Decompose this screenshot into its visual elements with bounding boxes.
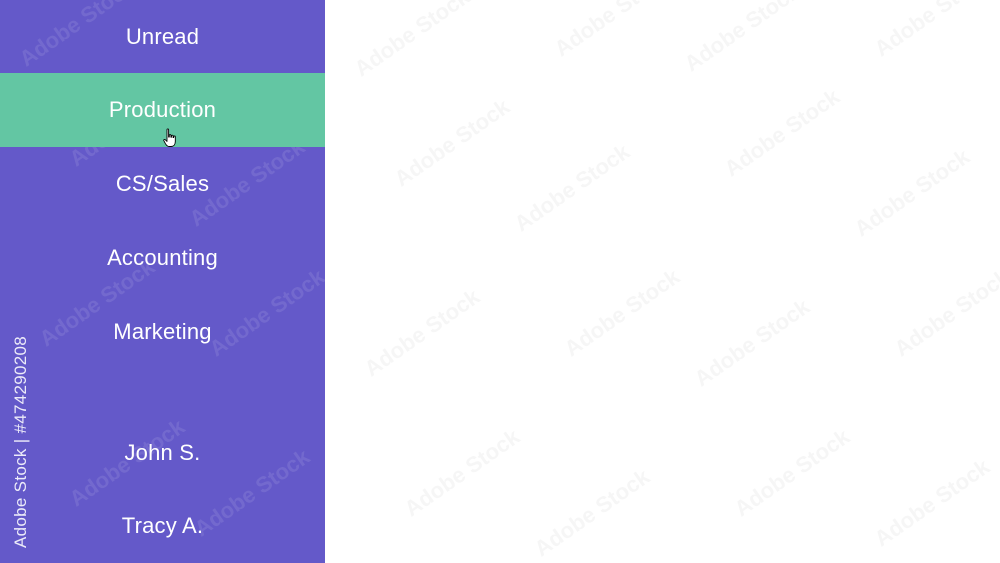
watermark-tile: Adobe Stock (849, 143, 975, 242)
watermark-tile: Adobe Stock (509, 138, 635, 237)
watermark-tile: Adobe Stock (689, 293, 815, 392)
watermark-tile: Adobe Stock (559, 263, 685, 362)
watermark-tile: Adobe Stock (729, 423, 855, 522)
sidebar-item-accounting[interactable]: Accounting (0, 221, 325, 295)
sidebar-item-label: Marketing (113, 319, 212, 344)
watermark-tile: Adobe Stock (529, 463, 655, 562)
sidebar-item-john-s[interactable]: John S. (0, 416, 325, 490)
sidebar-item-label: Production (108, 97, 217, 122)
sidebar-item-label: Unread (125, 24, 200, 49)
sidebar-item-tracy-a[interactable]: Tracy A. (0, 489, 325, 563)
sidebar-item-label: CS/Sales (115, 171, 210, 196)
sidebar: Adobe Stock Adobe Stock Adobe Stock Adob… (0, 0, 329, 563)
watermark-tile: Adobe Stock (359, 283, 485, 382)
watermark-tile: Adobe Stock (869, 0, 995, 62)
watermark-tile: Adobe Stock (719, 83, 845, 182)
watermark-tile: Adobe Stock (389, 93, 515, 192)
main-content: Adobe Stock Adobe Stock Adobe Stock Adob… (325, 0, 1000, 563)
hand-pointer-icon (163, 128, 176, 147)
sidebar-item-label: Accounting (107, 245, 218, 270)
sidebar-item-label: Tracy A. (121, 513, 204, 538)
sidebar-item-marketing[interactable]: Marketing (0, 295, 325, 369)
sidebar-item-label: John S. (124, 440, 201, 465)
watermark-vertical-text: Adobe Stock | #474290208 (11, 335, 30, 548)
watermark-tile: Adobe Stock (349, 0, 475, 82)
sidebar-item-cs-sales[interactable]: CS/Sales (0, 147, 325, 221)
watermark-tile: Adobe Stock (869, 453, 995, 552)
watermark-tile: Adobe Stock (399, 423, 525, 522)
watermark-tile: Adobe Stock (889, 263, 1000, 362)
sidebar-item-unread[interactable]: Unread (0, 0, 325, 74)
watermark-tile: Adobe Stock (549, 0, 675, 62)
app-window: Adobe Stock Adobe Stock Adobe Stock Adob… (0, 0, 1000, 563)
watermark-tile: Adobe Stock (679, 0, 805, 77)
